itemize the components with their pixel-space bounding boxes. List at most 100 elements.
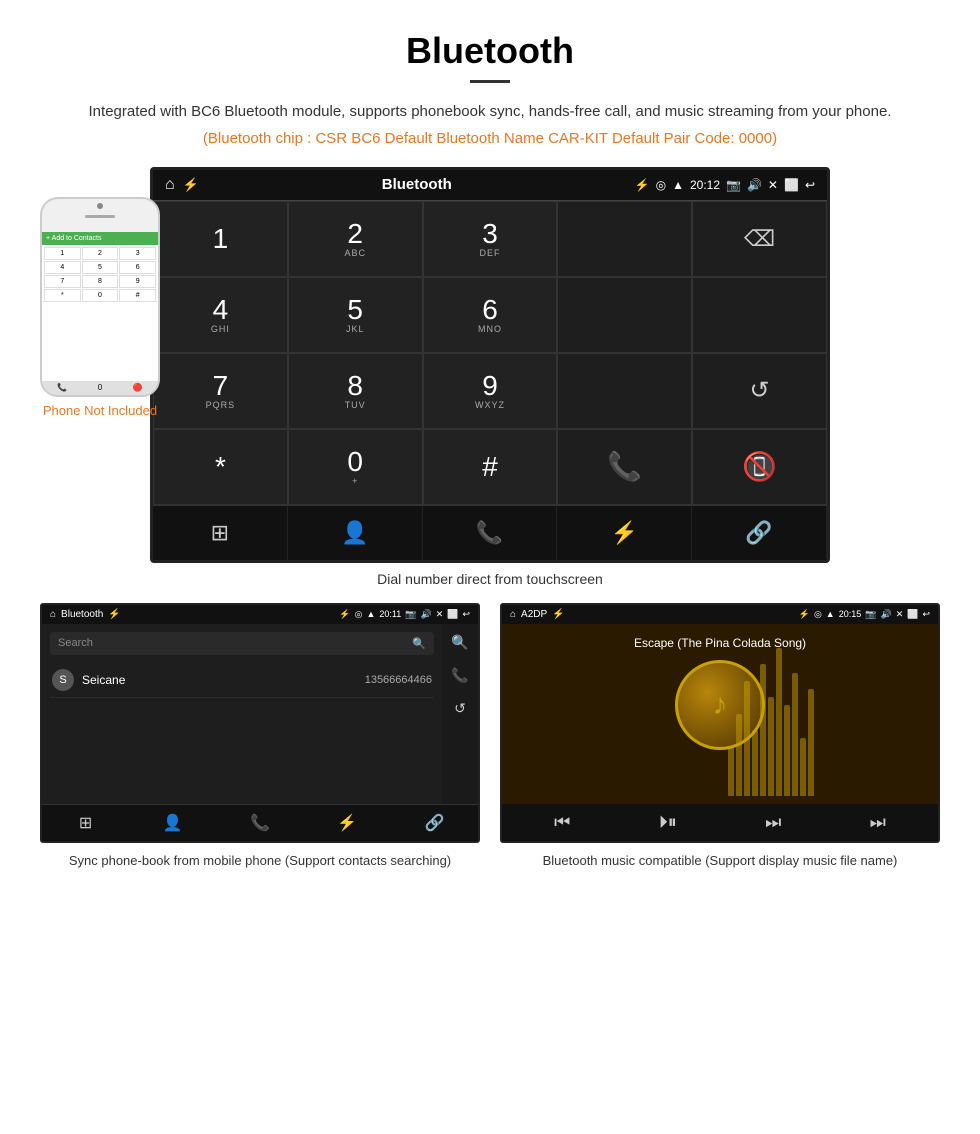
- dial-4[interactable]: 4GHI: [153, 277, 288, 353]
- nav-link[interactable]: 🔗: [692, 506, 827, 560]
- phone-camera: [97, 203, 103, 209]
- back-icon[interactable]: ↩: [805, 178, 815, 192]
- bt-icon: ⚡: [635, 178, 650, 192]
- music-status-right: ⚡ ◎ ▲ 20:15 📷 🔊 ✕ ⬜ ↩: [799, 609, 930, 620]
- nav-bluetooth[interactable]: ⚡: [557, 506, 692, 560]
- contacts-screen-title: Bluetooth: [61, 609, 103, 620]
- music-caption: Bluetooth music compatible (Support disp…: [500, 851, 940, 871]
- main-screen-caption: Dial number direct from touchscreen: [40, 571, 940, 587]
- nav-phone[interactable]: 📞: [423, 506, 558, 560]
- side-search-icon[interactable]: 🔍: [451, 634, 468, 651]
- contacts-side-panel: 🔍 📞 ↺: [442, 624, 478, 804]
- phone-image: + Add to Contacts 123 456 789 *0# 📞 0 🔴: [40, 197, 160, 397]
- contact-phone: 13566664466: [365, 674, 432, 686]
- dial-9[interactable]: 9WXYZ: [423, 353, 558, 429]
- music-car-screen: ⌂ A2DP ⚡ ⚡ ◎ ▲ 20:15 📷 🔊 ✕ ⬜ ↩: [500, 603, 940, 843]
- dial-5[interactable]: 5JKL: [288, 277, 423, 353]
- contacts-list-area: Search 🔍 S Seicane 13566664466: [42, 624, 442, 804]
- phone-screen-header: + Add to Contacts: [42, 232, 158, 245]
- dial-display-area: [557, 201, 692, 277]
- contacts-status-left: ⌂ Bluetooth ⚡: [50, 609, 121, 620]
- dial-7[interactable]: 7PQRS: [153, 353, 288, 429]
- main-nav-bar: ⊞ 👤 📞 ⚡ 🔗: [153, 505, 827, 560]
- main-status-bar: ⌂ ⚡ Bluetooth ⚡ ◎ ▲ 20:12 📷 🔊 ✕ ⬜ ↩: [153, 170, 827, 200]
- contacts-status-right: ⚡ ◎ ▲ 20:11 📷 🔊 ✕ ⬜ ↩: [339, 609, 470, 620]
- dial-refresh[interactable]: ↺: [692, 353, 827, 429]
- search-icon[interactable]: 🔍: [412, 637, 426, 650]
- contacts-body: Search 🔍 S Seicane 13566664466 🔍 📞 ↺: [42, 624, 478, 804]
- page-title: Bluetooth: [40, 30, 940, 72]
- next-track-icon[interactable]: ⏭: [765, 812, 781, 833]
- contacts-status-bar: ⌂ Bluetooth ⚡ ⚡ ◎ ▲ 20:11 📷 🔊 ✕ ⬜ ↩: [42, 605, 478, 624]
- contacts-home-icon[interactable]: ⌂: [50, 609, 56, 620]
- phone-bottom-bar: 📞 0 🔴: [42, 381, 158, 395]
- phone-aside: + Add to Contacts 123 456 789 *0# 📞 0 🔴 …: [40, 197, 160, 418]
- contacts-search-bar[interactable]: Search 🔍: [50, 632, 434, 655]
- phone-speaker: [85, 215, 115, 218]
- prev-track-icon[interactable]: ⏮: [554, 812, 570, 833]
- music-controls-bar: ⏮ ⏵⏸ ⏭ ⏭: [502, 804, 938, 841]
- phone-add-contacts: + Add to Contacts: [46, 235, 101, 242]
- status-right: ⚡ ◎ ▲ 20:12 📷 🔊 ✕ ⬜ ↩: [635, 178, 815, 192]
- dial-1[interactable]: 1: [153, 201, 288, 277]
- dial-call[interactable]: 📞: [557, 429, 692, 505]
- close-icon[interactable]: ✕: [768, 178, 778, 192]
- music-status-left: ⌂ A2DP ⚡: [510, 609, 565, 620]
- music-content: Escape (The Pina Colada Song) ♪: [502, 624, 938, 804]
- play-pause-icon[interactable]: ⏵⏸: [659, 812, 677, 833]
- dial-2[interactable]: 2ABC: [288, 201, 423, 277]
- dialpad-grid: 1 2ABC 3DEF ⌫ 4GHI 5JKL 6MNO 7PQRS 8TUV …: [153, 200, 827, 505]
- window-icon[interactable]: ⬜: [784, 178, 799, 192]
- contacts-nav-dialpad[interactable]: ⊞: [42, 813, 129, 833]
- music-home-icon[interactable]: ⌂: [510, 609, 516, 620]
- contacts-caption: Sync phone-book from mobile phone (Suppo…: [40, 851, 480, 871]
- title-divider: [470, 80, 510, 83]
- dial-8[interactable]: 8TUV: [288, 353, 423, 429]
- side-phone-icon[interactable]: 📞: [451, 667, 468, 684]
- music-status-bar: ⌂ A2DP ⚡ ⚡ ◎ ▲ 20:15 📷 🔊 ✕ ⬜ ↩: [502, 605, 938, 624]
- contact-item[interactable]: S Seicane 13566664466: [50, 663, 434, 698]
- dial-6[interactable]: 6MNO: [423, 277, 558, 353]
- dial-empty-2: [692, 277, 827, 353]
- dial-empty-1: [557, 277, 692, 353]
- fast-forward-icon[interactable]: ⏭: [870, 812, 886, 833]
- home-icon[interactable]: ⌂: [165, 176, 175, 194]
- signal-icon: ▲: [672, 178, 684, 192]
- side-refresh-icon[interactable]: ↺: [454, 700, 466, 717]
- dial-backspace[interactable]: ⌫: [692, 201, 827, 277]
- contacts-car-screen: ⌂ Bluetooth ⚡ ⚡ ◎ ▲ 20:11 📷 🔊 ✕ ⬜ ↩: [40, 603, 480, 843]
- dial-end[interactable]: 📵: [692, 429, 827, 505]
- status-title: Bluetooth: [382, 176, 452, 193]
- nav-dialpad[interactable]: ⊞: [153, 506, 288, 560]
- status-left: ⌂ ⚡: [165, 176, 199, 194]
- phone-screen: + Add to Contacts 123 456 789 *0#: [42, 232, 158, 381]
- dial-star[interactable]: *: [153, 429, 288, 505]
- contact-avatar: S: [52, 669, 74, 691]
- bluetooth-specs: (Bluetooth chip : CSR BC6 Default Blueto…: [40, 130, 940, 147]
- bottom-screens: ⌂ Bluetooth ⚡ ⚡ ◎ ▲ 20:11 📷 🔊 ✕ ⬜ ↩: [40, 603, 940, 871]
- camera-icon[interactable]: 📷: [726, 178, 741, 192]
- dial-3[interactable]: 3DEF: [423, 201, 558, 277]
- contacts-screen-wrap: ⌂ Bluetooth ⚡ ⚡ ◎ ▲ 20:11 📷 🔊 ✕ ⬜ ↩: [40, 603, 480, 871]
- nav-contacts[interactable]: 👤: [288, 506, 423, 560]
- volume-icon[interactable]: 🔊: [747, 178, 762, 192]
- contacts-nav-contacts[interactable]: 👤: [129, 813, 216, 833]
- phone-keypad: 123 456 789 *0#: [42, 245, 158, 304]
- contacts-nav-phone[interactable]: 📞: [216, 813, 303, 833]
- status-usb: ⚡: [183, 177, 199, 193]
- contacts-nav-bt[interactable]: ⚡: [304, 813, 391, 833]
- contacts-nav-link[interactable]: 🔗: [391, 813, 478, 833]
- search-placeholder: Search: [58, 637, 93, 649]
- music-usb: ⚡: [552, 609, 564, 620]
- contact-name: Seicane: [82, 673, 357, 687]
- dial-hash[interactable]: #: [423, 429, 558, 505]
- dial-empty-3: [557, 353, 692, 429]
- time-display: 20:12: [690, 178, 720, 192]
- location-icon: ◎: [656, 178, 666, 192]
- music-visualizer: [720, 624, 938, 804]
- main-section: + Add to Contacts 123 456 789 *0# 📞 0 🔴 …: [40, 167, 940, 563]
- music-screen-title: A2DP: [521, 609, 547, 620]
- contacts-usb: ⚡: [108, 609, 120, 620]
- dial-0[interactable]: 0+: [288, 429, 423, 505]
- page-description: Integrated with BC6 Bluetooth module, su…: [40, 101, 940, 124]
